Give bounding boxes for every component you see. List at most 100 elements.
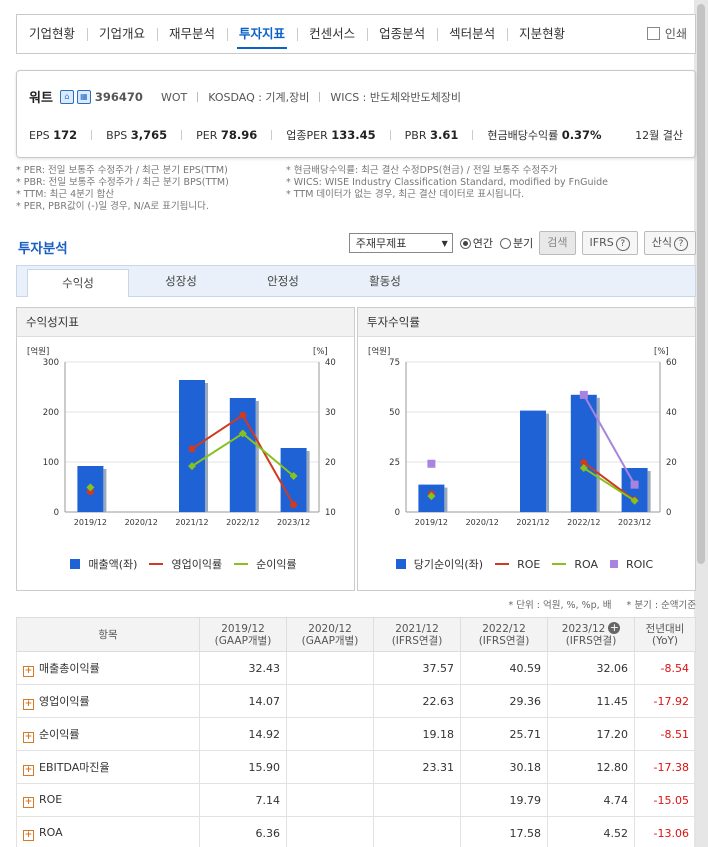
- subtab-stability[interactable]: 안정성: [233, 266, 333, 296]
- y-right-tick: 20: [325, 458, 336, 468]
- tab-consensus[interactable]: 컨센서스: [297, 15, 367, 53]
- x-tick-label: 2023/12: [618, 518, 651, 527]
- print-label: 인쇄: [664, 27, 687, 41]
- footnotes: * PER: 전일 보통주 수정주가 / 최근 분기 EPS(TTM) * PB…: [16, 165, 696, 213]
- table-cell: 14.92: [199, 717, 287, 751]
- bar-shadow: [306, 451, 310, 512]
- tab-sector-analysis[interactable]: 섹터분석: [437, 15, 507, 53]
- y-left-tick: 50: [389, 408, 400, 418]
- x-tick-label: 2021/12: [175, 518, 208, 527]
- bar-shadow: [596, 397, 600, 512]
- help-icon: ?: [615, 237, 630, 251]
- data-point: [630, 480, 639, 489]
- building-icon[interactable]: ▦: [76, 89, 91, 104]
- legend-swatch: [234, 563, 249, 565]
- table-header-row: 항목 2019/12 (GAAP개별) 2020/12 (GAAP개별) 2021/…: [16, 617, 696, 652]
- y-right-tick: 0: [666, 508, 671, 518]
- row-label[interactable]: + ROE: [16, 783, 200, 817]
- pbr-value: PBR 3.61: [404, 128, 459, 142]
- annual-radio[interactable]: [459, 237, 471, 249]
- home-icon[interactable]: ⌂: [59, 89, 74, 104]
- x-tick-label: 2020/12: [466, 518, 499, 527]
- y-left-tick: 75: [389, 358, 400, 368]
- table-cell: [286, 684, 374, 718]
- y-right-unit-label: [%]: [313, 347, 328, 357]
- search-button[interactable]: 검색: [539, 231, 576, 255]
- yoy-cell: -15.05: [634, 783, 696, 817]
- statement-select[interactable]: 주재무제표: [348, 233, 453, 254]
- tab-company-overview[interactable]: 기업개요: [87, 15, 157, 53]
- formula-button[interactable]: 산식?: [643, 231, 696, 255]
- yoy-cell: -13.06: [634, 816, 696, 847]
- data-point: [427, 459, 436, 468]
- y-right-tick: 60: [666, 358, 677, 368]
- note: * PBR: 전일 보통주 수정주가 / 최근 분기 BPS(TTM): [16, 177, 229, 188]
- expand-icon[interactable]: +: [23, 796, 34, 808]
- y-right-unit-label: [%]: [654, 347, 669, 357]
- table-row: + 영업이익률 14.07 22.63 29.36 11.45 -17.92: [16, 684, 696, 718]
- add-column-icon[interactable]: +: [608, 622, 621, 634]
- y-left-tick: 0: [395, 508, 400, 518]
- table-cell: 17.58: [460, 816, 548, 847]
- row-label[interactable]: + 순이익률: [16, 717, 200, 751]
- tab-investment-indicators[interactable]: 투자지표: [227, 15, 297, 53]
- x-tick-label: 2022/12: [226, 518, 259, 527]
- tab-industry-analysis[interactable]: 업종분석: [367, 15, 437, 53]
- table-cell: [373, 783, 461, 817]
- expand-icon[interactable]: +: [23, 829, 34, 841]
- bps-value: BPS 3,765: [106, 128, 168, 142]
- subtab-activity[interactable]: 활동성: [335, 266, 435, 296]
- eps-value: EPS 172: [29, 128, 78, 142]
- bar-shadow: [444, 487, 448, 512]
- tab-company-status[interactable]: 기업현황: [17, 15, 87, 53]
- expand-icon[interactable]: +: [23, 731, 34, 743]
- scrollbar-track[interactable]: [694, 0, 708, 847]
- row-label[interactable]: + EBITDA마진율: [16, 750, 200, 784]
- bar-shadow: [546, 413, 549, 512]
- chart-profitability-svg: [억원] [%] 0 10 100 20 200 30 300 40 2019/12 2020/12 2…: [27, 346, 336, 527]
- header-col: 2019/12 (GAAP개별): [199, 617, 287, 652]
- row-label[interactable]: + 영업이익률: [16, 684, 200, 718]
- sub-tab-bar: 수익성 성장성 안정성 활동성: [16, 265, 696, 297]
- yoy-cell: -8.51: [634, 717, 696, 751]
- table-cell: 4.74: [547, 783, 635, 817]
- subtab-profitability[interactable]: 수익성: [27, 269, 129, 297]
- table-cell: 19.79: [460, 783, 548, 817]
- data-point: [579, 390, 588, 399]
- y-right-tick: 40: [666, 408, 677, 418]
- subtab-growth[interactable]: 성장성: [131, 266, 231, 296]
- table-cell: 19.18: [373, 717, 461, 751]
- header-col: 2020/12 (GAAP개별): [286, 617, 374, 652]
- header-yoy: 전년대비 (YoY): [634, 617, 696, 652]
- tab-financial-analysis[interactable]: 재무분석: [157, 15, 227, 53]
- print-button[interactable]: 인쇄: [646, 15, 687, 53]
- ifrs-button[interactable]: IFRS?: [581, 231, 638, 255]
- ratio-table: 항목 2019/12 (GAAP개별) 2020/12 (GAAP개별) 2021/…: [16, 617, 696, 847]
- row-label[interactable]: + ROA: [16, 816, 200, 847]
- expand-icon[interactable]: +: [23, 665, 34, 677]
- bar: [520, 410, 546, 512]
- stock-code: 396470: [94, 89, 143, 104]
- quarter-radio[interactable]: [500, 237, 512, 249]
- wics-industry: WICS : 반도체와반도체장비: [330, 90, 461, 104]
- yoy-cell: -17.38: [634, 750, 696, 784]
- chart-profitability: 수익성지표 [억원] [%] 0 10 100 20 200 30 300 40 2019/12 20…: [16, 307, 355, 591]
- legend-swatch: [552, 563, 567, 565]
- bar-shadow: [647, 471, 651, 512]
- chart-legend: 매출액(좌) 영업이익률 순이익률: [17, 556, 354, 572]
- note: * TTM: 최근 4분기 합산: [16, 189, 115, 200]
- dividend-yield-value: 현금배당수익률 0.37%: [487, 128, 602, 142]
- expand-icon[interactable]: +: [23, 698, 34, 710]
- settlement-month: 12월 결산: [635, 129, 683, 142]
- table-cell: 4.52: [547, 816, 635, 847]
- table-cell: [286, 783, 374, 817]
- scrollbar-thumb[interactable]: [697, 4, 705, 564]
- tab-shareholding[interactable]: 지분현황: [507, 15, 577, 53]
- y-left-tick: 0: [54, 508, 59, 518]
- table-row: + ROE 7.14 19.79 4.74 -15.05: [16, 783, 696, 817]
- legend-item: 당기순이익(좌): [395, 558, 487, 571]
- row-label[interactable]: + 매출총이익률: [16, 651, 200, 685]
- table-cell: 37.57: [373, 651, 461, 685]
- expand-icon[interactable]: +: [23, 764, 34, 776]
- header-col: 2021/12 (IFRS연결): [373, 617, 461, 652]
